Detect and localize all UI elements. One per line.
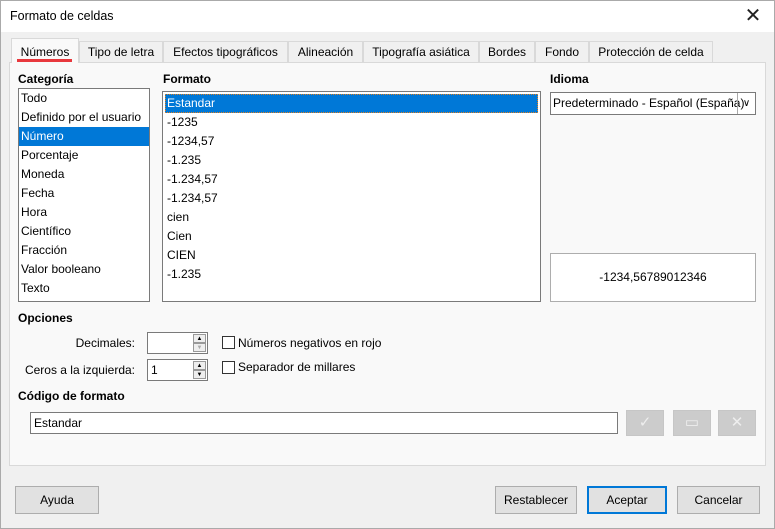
- format-list-item[interactable]: -1.234,57: [165, 170, 538, 189]
- decimals-stepper[interactable]: ▲ ▼: [147, 332, 208, 354]
- format-list-item[interactable]: cien: [165, 208, 538, 227]
- spin-down-icon[interactable]: ▼: [193, 370, 206, 379]
- format-list-item[interactable]: Cien: [165, 227, 538, 246]
- category-list-item[interactable]: Valor booleano: [19, 260, 149, 279]
- check-icon[interactable]: ✓: [626, 410, 664, 436]
- category-list-item[interactable]: Todo: [19, 89, 149, 108]
- tab-tipo-de-letra[interactable]: Tipo de letra: [79, 41, 163, 62]
- category-list-item[interactable]: Número: [19, 127, 149, 146]
- tab-efectos-tipograficos[interactable]: Efectos tipográficos: [163, 41, 288, 62]
- format-list-item[interactable]: -1.235: [165, 265, 538, 284]
- language-label: Idioma: [550, 72, 589, 86]
- options-label: Opciones: [18, 311, 73, 325]
- thousands-separator-checkbox[interactable]: [222, 361, 235, 374]
- language-value: Predeterminado - Español (España): [553, 96, 745, 110]
- format-list[interactable]: Estandar -1235 -1234,57 -1.235 -1.234,57 -1.2…: [162, 91, 541, 302]
- category-list-item[interactable]: Porcentaje: [19, 146, 149, 165]
- thousands-separator-label: Separador de millares: [238, 360, 356, 374]
- category-label: Categoría: [18, 72, 74, 86]
- negative-red-label: Números negativos en rojo: [238, 336, 382, 350]
- decimals-label: Decimales:: [75, 336, 135, 350]
- format-list-item[interactable]: -1.234,57: [165, 189, 538, 208]
- spin-up-icon[interactable]: ▲: [193, 361, 206, 370]
- category-list-item[interactable]: Hora: [19, 203, 149, 222]
- title-bar: Formato de celdas ✕: [1, 1, 774, 32]
- category-list-item[interactable]: Fecha: [19, 184, 149, 203]
- category-list-item[interactable]: Fracción: [19, 241, 149, 260]
- reset-button[interactable]: Restablecer: [495, 486, 577, 514]
- format-label: Formato: [163, 72, 211, 86]
- format-code-input[interactable]: Estandar: [30, 412, 618, 434]
- spin-up-icon[interactable]: ▲: [193, 334, 206, 343]
- tab-tipografia-asiatica[interactable]: Tipografía asiática: [363, 41, 479, 62]
- category-list-item[interactable]: Definido por el usuario: [19, 108, 149, 127]
- tab-proteccion-de-celda[interactable]: Protección de celda: [589, 41, 713, 62]
- tab-alineacion[interactable]: Alineación: [288, 41, 363, 62]
- comment-icon[interactable]: ▭: [673, 410, 711, 436]
- leading-zeros-label: Ceros a la izquierda:: [24, 363, 135, 377]
- negative-red-checkbox[interactable]: [222, 336, 235, 349]
- format-list-item[interactable]: -1234,57: [165, 132, 538, 151]
- language-select[interactable]: Predeterminado - Español (España) ∨: [550, 92, 756, 115]
- cancel-button[interactable]: Cancelar: [677, 486, 760, 514]
- format-preview: -1234,56789012346: [550, 253, 756, 302]
- close-icon[interactable]: ✕: [738, 3, 768, 29]
- ok-button[interactable]: Aceptar: [587, 486, 667, 514]
- category-list-item[interactable]: Científico: [19, 222, 149, 241]
- chevron-down-icon[interactable]: ∨: [737, 93, 755, 114]
- category-list-item[interactable]: Moneda: [19, 165, 149, 184]
- format-list-item[interactable]: CIEN: [165, 246, 538, 265]
- dialog-title: Formato de celdas: [10, 9, 114, 23]
- tab-fondo[interactable]: Fondo: [535, 41, 589, 62]
- help-button[interactable]: Ayuda: [15, 486, 99, 514]
- leading-zeros-stepper[interactable]: 1 ▲ ▼: [147, 359, 208, 381]
- category-list[interactable]: Todo Definido por el usuario Número Porcent…: [18, 88, 150, 302]
- leading-zeros-value: 1: [151, 363, 158, 377]
- active-tab-indicator: [17, 59, 72, 62]
- category-list-item[interactable]: Texto: [19, 279, 149, 298]
- delete-icon[interactable]: ✕: [718, 410, 756, 436]
- format-list-item[interactable]: -1235: [165, 113, 538, 132]
- format-code-label: Código de formato: [18, 389, 125, 403]
- format-list-item[interactable]: -1.235: [165, 151, 538, 170]
- spin-down-icon[interactable]: ▼: [193, 343, 206, 352]
- format-list-item[interactable]: Estandar: [165, 94, 538, 113]
- tab-bordes[interactable]: Bordes: [479, 41, 535, 62]
